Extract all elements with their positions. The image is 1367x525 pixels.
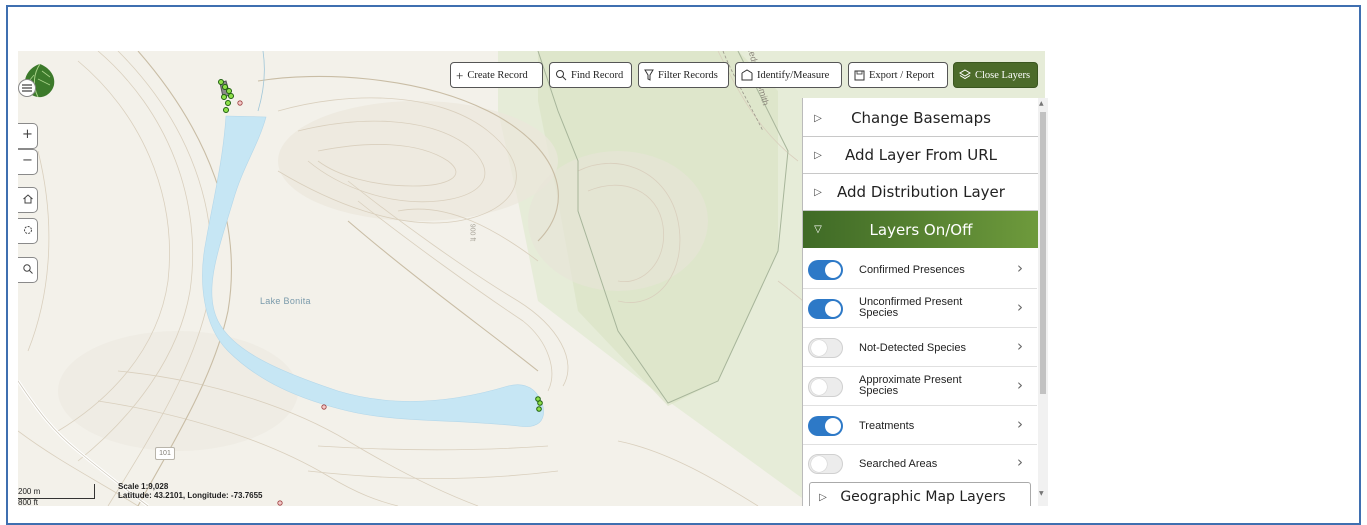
search-icon bbox=[22, 264, 33, 274]
toggle-not-detected-species[interactable] bbox=[808, 338, 843, 358]
section-label: Geographic Map Layers bbox=[840, 489, 1006, 505]
scale-bar-meters: 200 m bbox=[18, 487, 41, 496]
export-report-button[interactable]: Export / Report bbox=[848, 62, 948, 88]
scroll-down-icon[interactable]: ▼ bbox=[1039, 490, 1044, 497]
layer-name: Unconfirmed Present Species bbox=[859, 296, 963, 319]
layer-row-treatments: Treatments › bbox=[803, 406, 1037, 445]
section-add-layer-from-url[interactable]: ▷ Add Layer From URL bbox=[803, 137, 1039, 174]
layers-panel: ▷ Change Basemaps ▷ Add Layer From URL ▷… bbox=[802, 98, 1039, 506]
section-layers-on-off[interactable]: ▽ Layers On/Off bbox=[803, 211, 1039, 248]
home-icon bbox=[22, 194, 33, 204]
chevron-right-icon[interactable]: › bbox=[1017, 337, 1023, 355]
layer-name: Not-Detected Species bbox=[859, 342, 966, 354]
section-add-distribution-layer[interactable]: ▷ Add Distribution Layer bbox=[803, 174, 1039, 211]
map-search-button[interactable] bbox=[18, 257, 38, 283]
locate-icon bbox=[23, 226, 32, 234]
chevron-right-icon[interactable]: › bbox=[1017, 376, 1023, 394]
toggle-treatments[interactable] bbox=[808, 416, 843, 436]
layer-row-approximate-present-species: Approximate Present Species › bbox=[803, 367, 1037, 406]
create-record-label: Create Record bbox=[467, 69, 528, 81]
home-button[interactable] bbox=[18, 187, 38, 213]
section-label: Add Layer From URL bbox=[844, 146, 998, 164]
section-geographic-map-layers[interactable]: ▷ Geographic Map Layers bbox=[809, 482, 1031, 506]
scale-bar-feet: 800 ft bbox=[18, 498, 39, 506]
create-record-button[interactable]: + Create Record bbox=[450, 62, 543, 88]
route-shield: 101 bbox=[155, 447, 175, 460]
chevron-right-icon[interactable]: › bbox=[1017, 453, 1023, 471]
layer-name: Searched Areas bbox=[859, 458, 938, 470]
coordinates-readout: Latitude: 43.2101, Longitude: -73.7655 bbox=[118, 491, 263, 500]
menu-button[interactable] bbox=[18, 79, 36, 97]
layer-row-searched-areas: Searched Areas › bbox=[803, 445, 1037, 482]
save-icon bbox=[854, 70, 865, 80]
panel-scrollbar[interactable]: ▲ ▼ bbox=[1038, 98, 1048, 506]
scale-text: Scale 1:9,028 bbox=[118, 482, 169, 491]
section-label: Change Basemaps bbox=[851, 109, 991, 127]
zoom-in-button[interactable]: + bbox=[18, 123, 38, 149]
triangle-right-icon: ▷ bbox=[814, 112, 822, 124]
layers-icon bbox=[959, 69, 971, 80]
chevron-right-icon[interactable]: › bbox=[1017, 415, 1023, 433]
identify-measure-button[interactable]: Identify/Measure bbox=[735, 62, 842, 88]
find-record-button[interactable]: Find Record bbox=[549, 62, 632, 88]
elevation-label: 900 ft bbox=[468, 223, 476, 242]
filter-icon bbox=[644, 69, 654, 81]
triangle-right-icon: ▷ bbox=[819, 491, 827, 503]
layer-name: Treatments bbox=[859, 420, 915, 432]
toggle-searched-areas[interactable] bbox=[808, 454, 843, 474]
toggle-unconfirmed-present-species[interactable] bbox=[808, 299, 843, 319]
plus-icon: + bbox=[456, 67, 464, 83]
layer-row-unconfirmed-present-species: Unconfirmed Present Species › bbox=[803, 289, 1037, 328]
layer-row-not-detected-species: Not-Detected Species › bbox=[803, 328, 1037, 367]
locate-button[interactable] bbox=[18, 218, 38, 244]
plus-icon: + bbox=[22, 127, 33, 142]
filter-records-label: Filter Records bbox=[658, 69, 718, 81]
scale-info: 200 m 800 ft Scale 1:9,028 Latitude: 43.… bbox=[18, 478, 262, 506]
section-change-basemaps[interactable]: ▷ Change Basemaps bbox=[803, 100, 1039, 137]
scroll-up-icon[interactable]: ▲ bbox=[1039, 100, 1044, 107]
chevron-right-icon[interactable]: › bbox=[1017, 298, 1023, 316]
menu-icon bbox=[22, 84, 32, 92]
chevron-right-icon[interactable]: › bbox=[1017, 259, 1023, 277]
lake-label: Lake Bonita bbox=[260, 296, 311, 306]
close-layers-button[interactable]: Close Layers bbox=[953, 62, 1038, 88]
export-report-label: Export / Report bbox=[869, 69, 935, 81]
search-icon bbox=[556, 70, 567, 81]
toggle-confirmed-presences[interactable] bbox=[808, 260, 843, 280]
find-record-label: Find Record bbox=[571, 69, 624, 81]
triangle-right-icon: ▷ bbox=[814, 186, 822, 198]
zoom-out-button[interactable]: − bbox=[18, 149, 38, 175]
minus-icon: − bbox=[22, 153, 33, 168]
measure-icon bbox=[741, 69, 753, 81]
layer-row-confirmed-presences: Confirmed Presences › bbox=[803, 250, 1037, 289]
section-label: Add Distribution Layer bbox=[837, 183, 1005, 201]
close-layers-label: Close Layers bbox=[975, 69, 1031, 81]
triangle-down-icon: ▽ bbox=[814, 224, 822, 235]
section-label: Layers On/Off bbox=[869, 220, 973, 239]
identify-measure-label: Identify/Measure bbox=[757, 69, 830, 81]
toggle-approximate-present-species[interactable] bbox=[808, 377, 843, 397]
triangle-right-icon: ▷ bbox=[814, 149, 822, 161]
layer-name: Confirmed Presences bbox=[859, 264, 965, 276]
scrollbar-thumb[interactable] bbox=[1040, 112, 1046, 394]
layer-name: Approximate Present Species bbox=[859, 374, 962, 397]
filter-records-button[interactable]: Filter Records bbox=[638, 62, 729, 88]
